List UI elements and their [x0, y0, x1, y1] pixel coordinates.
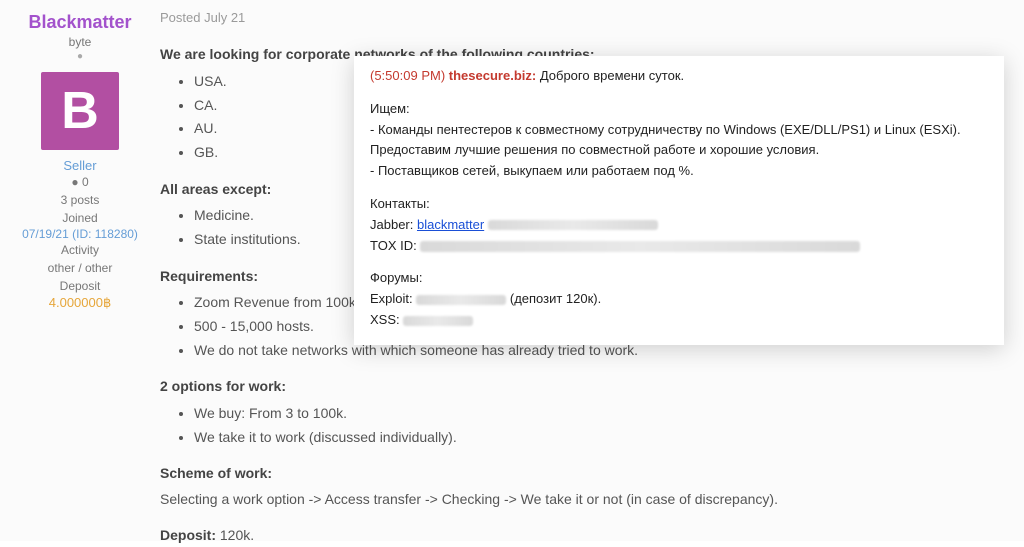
chat-forums-block: Форумы: Exploit: (депозит 120к). XSS: [370, 268, 988, 330]
avatar[interactable]: B [41, 72, 119, 150]
chat-seek-line2: - Поставщиков сетей, выкупаем или работа… [370, 161, 988, 182]
author-joined-value: 07/19/21 (ID: 118280) [10, 227, 150, 241]
chat-overlay: (5:50:09 PM) thesecure.biz: Доброго врем… [354, 56, 1004, 345]
posted-timestamp: Posted July 21 [160, 8, 1004, 28]
chat-xss-label: XSS: [370, 312, 403, 327]
redacted-strip [488, 220, 658, 230]
scheme-line: Selecting a work option -> Access transf… [160, 489, 1004, 511]
redacted-strip [416, 295, 506, 305]
author-rep: ● 0 [10, 173, 150, 191]
author-joined-label: Joined [10, 209, 150, 227]
author-deposit-label: Deposit [10, 277, 150, 295]
deposit-value: 120k. [216, 527, 254, 543]
chat-timestamp: (5:50:09 PM) [370, 68, 445, 83]
author-activity-label: Activity [10, 241, 150, 259]
options-heading: 2 options for work: [160, 376, 1004, 398]
author-rep-value: 0 [82, 175, 89, 189]
list-item: We take it to work (discussed individual… [194, 426, 1004, 450]
author-status-dot: ● [10, 51, 150, 62]
author-activity-value: other / other [10, 259, 150, 277]
chat-exploit-tail: (депозит 120к). [506, 291, 601, 306]
chat-jabber-label: Jabber: [370, 217, 417, 232]
deposit-label: Deposit: [160, 527, 216, 543]
chat-forums-head: Форумы: [370, 268, 988, 289]
author-name[interactable]: Blackmatter [10, 12, 150, 33]
chat-contacts-block: Контакты: Jabber: blackmatter TOX ID: [370, 194, 988, 256]
author-role: Seller [10, 158, 150, 173]
chat-tox-line: TOX ID: [370, 236, 988, 257]
author-column: Blackmatter byte ● B Seller ● 0 3 posts … [10, 8, 150, 533]
chat-seek-block: Ищем: - Команды пентестеров к совместном… [370, 99, 988, 182]
chat-first-line: (5:50:09 PM) thesecure.biz: Доброго врем… [370, 66, 988, 87]
scheme-heading: Scheme of work: [160, 463, 1004, 485]
chat-jabber-line: Jabber: blackmatter [370, 215, 988, 236]
chat-jabber-link[interactable]: blackmatter [417, 217, 484, 232]
deposit-line: Deposit: 120k. [160, 525, 1004, 547]
author-posts: 3 posts [10, 191, 150, 209]
author-subtitle: byte [10, 35, 150, 49]
author-deposit-value: 4.000000฿ [10, 295, 150, 311]
redacted-strip [420, 241, 860, 252]
chat-seek-line1: - Команды пентестеров к совместному сотр… [370, 120, 988, 162]
list-item: We buy: From 3 to 100k. [194, 402, 1004, 426]
chat-exploit-line: Exploit: (депозит 120к). [370, 289, 988, 310]
options-list: We buy: From 3 to 100k. We take it to wo… [160, 402, 1004, 449]
chat-nick: thesecure.biz: [449, 68, 536, 83]
redacted-strip [403, 316, 473, 326]
chat-xss-line: XSS: [370, 310, 988, 331]
chat-greeting: Доброго времени суток. [536, 68, 684, 83]
chat-contacts-head: Контакты: [370, 194, 988, 215]
chat-tox-label: TOX ID: [370, 238, 420, 253]
chat-seek-head: Ищем: [370, 99, 988, 120]
chat-exploit-label: Exploit: [370, 291, 416, 306]
